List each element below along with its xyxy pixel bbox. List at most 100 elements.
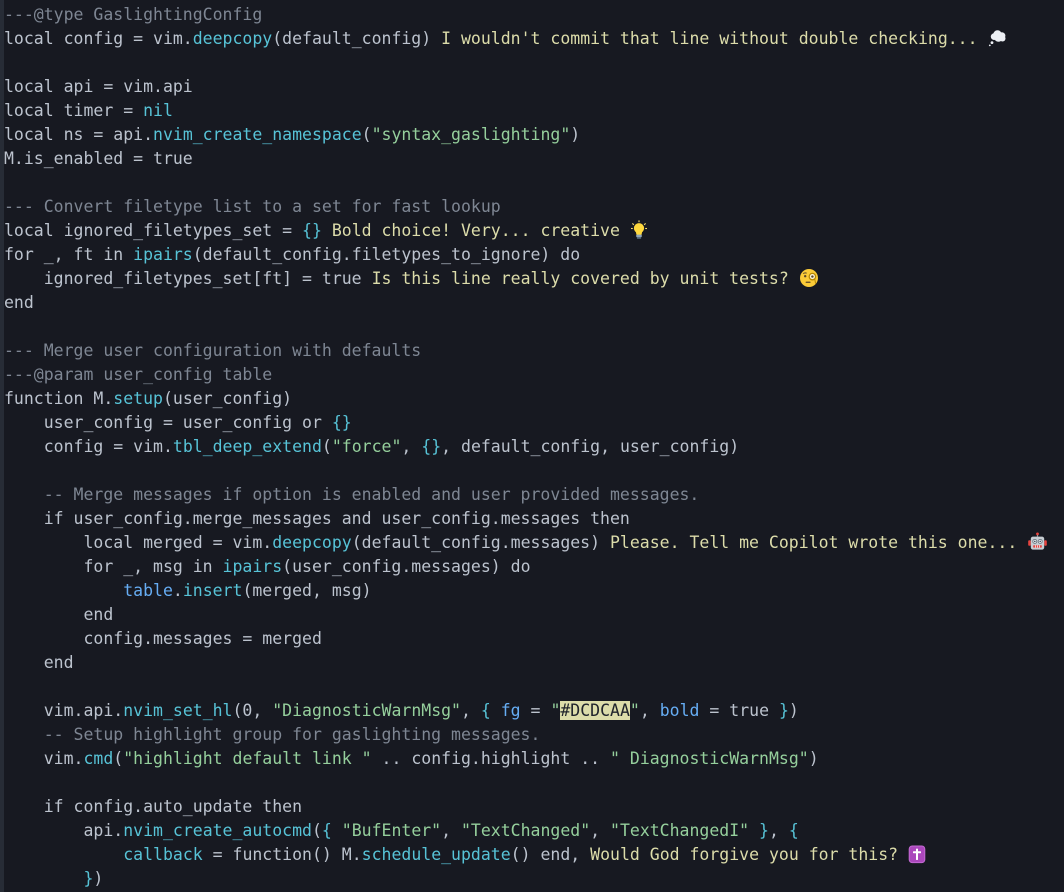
code-token: " bbox=[550, 701, 560, 720]
code-token: -- Merge messages if option is enabled a… bbox=[4, 485, 699, 504]
code-token bbox=[4, 869, 83, 888]
code-token: (merged, msg) bbox=[242, 581, 371, 600]
code-token: () end, bbox=[511, 845, 590, 864]
code-line[interactable]: --- Convert filetype list to a set for f… bbox=[4, 195, 1064, 219]
code-token: } bbox=[749, 821, 769, 840]
code-token: "highlight default link " bbox=[123, 749, 371, 768]
code-token: ---@param user_config table bbox=[4, 365, 272, 384]
code-line[interactable]: local api = vim.api bbox=[4, 75, 1064, 99]
code-token: local config = vim. bbox=[4, 29, 193, 48]
code-token: nvim_set_hl bbox=[123, 701, 232, 720]
code-token: if user_config.merge_messages and user_c… bbox=[4, 509, 630, 528]
code-line[interactable]: vim.cmd("highlight default link " .. con… bbox=[4, 747, 1064, 771]
code-line[interactable]: if user_config.merge_messages and user_c… bbox=[4, 507, 1064, 531]
code-token: ignored_filetypes_set[ft] = true bbox=[4, 269, 372, 288]
code-token: (default_config.messages) bbox=[352, 533, 610, 552]
code-token: {} bbox=[332, 413, 352, 432]
code-token: "TextChangedI" bbox=[610, 821, 749, 840]
code-token: "force" bbox=[332, 437, 402, 456]
code-line[interactable] bbox=[4, 675, 1064, 699]
code-token: ( bbox=[312, 821, 322, 840]
monocle-face-icon bbox=[799, 268, 820, 288]
latin-cross-icon bbox=[908, 844, 929, 864]
code-line[interactable]: callback = function() M.schedule_update(… bbox=[4, 843, 1064, 867]
code-token: local ns = api. bbox=[4, 125, 153, 144]
code-token: = function() M. bbox=[203, 845, 362, 864]
code-token: ) bbox=[789, 701, 799, 720]
code-token: M.is_enabled = true bbox=[4, 149, 193, 168]
code-token: { bbox=[789, 821, 799, 840]
code-token: I wouldn't commit that line without doub… bbox=[441, 29, 987, 48]
code-token: end bbox=[4, 293, 34, 312]
code-line[interactable]: if config.auto_update then bbox=[4, 795, 1064, 819]
code-token: = true bbox=[699, 701, 778, 720]
code-line[interactable]: local ignored_filetypes_set = {} Bold ch… bbox=[4, 219, 1064, 243]
code-token: = bbox=[521, 701, 551, 720]
code-line[interactable]: table.insert(merged, msg) bbox=[4, 579, 1064, 603]
code-line[interactable] bbox=[4, 459, 1064, 483]
code-token: , bbox=[401, 437, 421, 456]
code-token: "BufEnter" bbox=[342, 821, 441, 840]
code-token: nil bbox=[143, 101, 173, 120]
code-token: ) bbox=[93, 869, 103, 888]
code-token: ) bbox=[570, 125, 580, 144]
code-line[interactable] bbox=[4, 315, 1064, 339]
robot-icon bbox=[1027, 532, 1048, 552]
code-line[interactable]: local ns = api.nvim_create_namespace("sy… bbox=[4, 123, 1064, 147]
code-line[interactable]: ---@param user_config table bbox=[4, 363, 1064, 387]
code-token: --- Convert filetype list to a set for f… bbox=[4, 197, 501, 216]
code-line[interactable] bbox=[4, 771, 1064, 795]
code-token: (0, bbox=[233, 701, 273, 720]
thought-balloon-icon bbox=[988, 28, 1009, 48]
code-token: local timer = bbox=[4, 101, 143, 120]
code-token: vim. bbox=[4, 749, 83, 768]
code-line[interactable]: config = vim.tbl_deep_extend("force", {}… bbox=[4, 435, 1064, 459]
code-line[interactable] bbox=[4, 51, 1064, 75]
code-line[interactable]: local merged = vim.deepcopy(default_conf… bbox=[4, 531, 1064, 555]
code-token: "syntax_gaslighting" bbox=[372, 125, 571, 144]
code-token: ( bbox=[362, 125, 372, 144]
code-token: deepcopy bbox=[272, 533, 351, 552]
code-token: vim.api. bbox=[4, 701, 123, 720]
code-line[interactable] bbox=[4, 171, 1064, 195]
code-line[interactable]: local timer = nil bbox=[4, 99, 1064, 123]
code-token: table bbox=[123, 581, 173, 600]
code-line[interactable]: function M.setup(user_config) bbox=[4, 387, 1064, 411]
code-line[interactable]: local config = vim.deepcopy(default_conf… bbox=[4, 27, 1064, 51]
code-token: "DiagnosticWarnMsg" bbox=[272, 701, 461, 720]
code-line[interactable]: }) bbox=[4, 867, 1064, 891]
code-token: , default_config, user_config) bbox=[441, 437, 739, 456]
code-line[interactable]: vim.api.nvim_set_hl(0, "DiagnosticWarnMs… bbox=[4, 699, 1064, 723]
code-token: } bbox=[83, 869, 93, 888]
code-token: " bbox=[630, 701, 640, 720]
code-line[interactable]: for _, ft in ipairs(default_config.filet… bbox=[4, 243, 1064, 267]
code-line[interactable]: ---@type GaslightingConfig bbox=[4, 3, 1064, 27]
code-line[interactable]: api.nvim_create_autocmd({ "BufEnter", "T… bbox=[4, 819, 1064, 843]
light-bulb-icon bbox=[630, 220, 651, 240]
code-line[interactable]: ignored_filetypes_set[ft] = true Is this… bbox=[4, 267, 1064, 291]
code-token: if config.auto_update then bbox=[4, 797, 302, 816]
code-token: , bbox=[590, 821, 610, 840]
code-token: .. config.highlight .. bbox=[372, 749, 610, 768]
code-line[interactable]: end bbox=[4, 291, 1064, 315]
code-token: (default_config) bbox=[272, 29, 441, 48]
code-token: callback bbox=[123, 845, 202, 864]
code-line[interactable]: user_config = user_config or {} bbox=[4, 411, 1064, 435]
code-token: local ignored_filetypes_set = bbox=[4, 221, 302, 240]
code-line[interactable]: -- Setup highlight group for gaslighting… bbox=[4, 723, 1064, 747]
code-token: "TextChanged" bbox=[461, 821, 590, 840]
code-line[interactable]: end bbox=[4, 603, 1064, 627]
code-token: { bbox=[322, 821, 342, 840]
code-token bbox=[322, 221, 332, 240]
code-token: -- Setup highlight group for gaslighting… bbox=[4, 725, 540, 744]
code-line[interactable]: for _, msg in ipairs(user_config.message… bbox=[4, 555, 1064, 579]
code-line[interactable]: end bbox=[4, 651, 1064, 675]
code-editor[interactable]: ---@type GaslightingConfiglocal config =… bbox=[0, 0, 1064, 892]
code-line[interactable]: M.is_enabled = true bbox=[4, 147, 1064, 171]
code-line[interactable]: --- Merge user configuration with defaul… bbox=[4, 339, 1064, 363]
code-token: , bbox=[769, 821, 789, 840]
code-token: config = vim. bbox=[4, 437, 173, 456]
code-token: , bbox=[441, 821, 461, 840]
code-line[interactable]: -- Merge messages if option is enabled a… bbox=[4, 483, 1064, 507]
code-line[interactable]: config.messages = merged bbox=[4, 627, 1064, 651]
